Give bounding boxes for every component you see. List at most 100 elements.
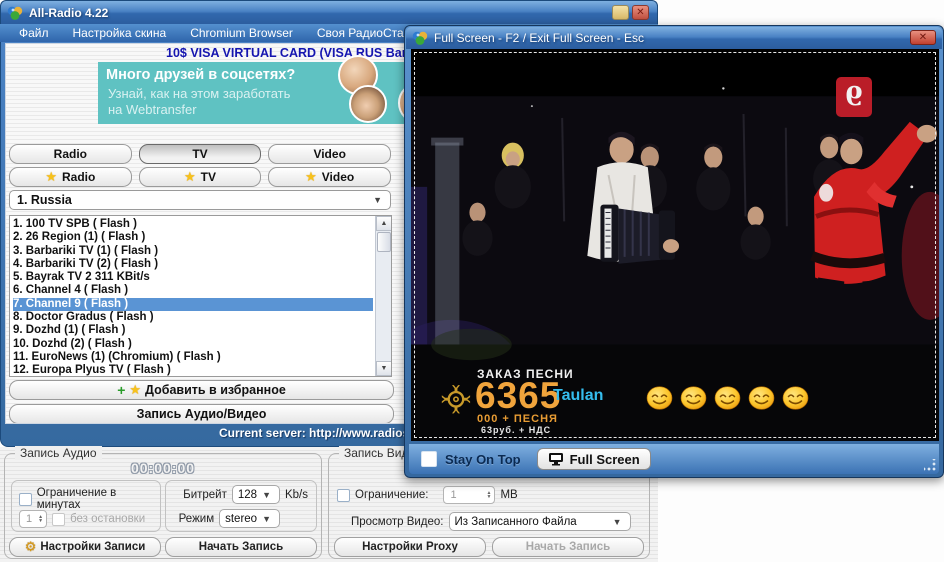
channel-list: ▲ ▼ 1. 100 TV SPB ( Flash )2. 26 Region …: [9, 215, 392, 377]
video-limit-value: 1: [444, 489, 462, 501]
full-screen-label: Full Screen: [570, 452, 640, 467]
menu-item-файл[interactable]: Файл: [8, 26, 60, 40]
record-timer: 00:00:00: [5, 460, 321, 476]
mode-value: stereo: [220, 513, 262, 525]
stepper-arrows-icon[interactable]: ▲▼: [38, 515, 46, 524]
chevron-down-icon: ▼: [262, 514, 271, 524]
current-server-text: Current server: http://www.radioser: [219, 426, 421, 440]
video-limit-stepper[interactable]: 1 ▲▼: [443, 486, 495, 504]
plus-icon: +: [117, 382, 125, 398]
channel-row[interactable]: 5. Bayrak TV 2 311 KBit/s: [13, 271, 373, 284]
monitor-icon: [548, 452, 564, 466]
scroll-down-icon[interactable]: ▼: [376, 361, 392, 376]
scrollbar-thumb[interactable]: [377, 232, 391, 252]
full-screen-button[interactable]: Full Screen: [537, 448, 651, 470]
stay-on-top-label: Stay On Top: [445, 452, 521, 467]
bitrate-select[interactable]: 128 ▼: [232, 485, 280, 504]
tv-titlebar[interactable]: Full Screen - F2 / Exit Full Screen - Es…: [406, 27, 942, 49]
gear-icon: ⚙: [25, 539, 37, 555]
stepper-arrows-icon[interactable]: ▲▼: [487, 491, 495, 500]
start-video-record-button[interactable]: Начать Запись: [492, 537, 644, 557]
mode-select[interactable]: stereo ▼: [219, 509, 280, 528]
banner-headline: Много друзей в соцсетях?: [106, 67, 295, 83]
ad-banner[interactable]: Много друзей в соцсетях? Узнай, как на э…: [98, 62, 416, 124]
limit-minutes-label: Ограничение в минутах: [37, 487, 160, 511]
channel-row[interactable]: 2. 26 Region (1) ( Flash ): [13, 231, 373, 244]
chevron-down-icon: ▼: [373, 195, 382, 205]
channel-row[interactable]: 4. Barbariki TV (2) ( Flash ): [13, 258, 373, 271]
star-icon: ★: [184, 169, 196, 185]
channel-row[interactable]: 7. Channel 9 ( Flash ): [13, 298, 373, 311]
star-icon: ★: [45, 169, 57, 185]
ornament-icon: ᳀: [437, 379, 475, 425]
fav-tab-video[interactable]: ★Video: [268, 167, 391, 187]
video-area[interactable]: 9 ᳀ ЗАКАЗ ПЕСНИ 6365 Taulan 000 + ПЕСНЯ …: [411, 49, 939, 441]
channel-9-logo: 9: [836, 77, 872, 117]
proxy-settings-button[interactable]: Настройки Proxy: [334, 537, 486, 557]
start-audio-record-button[interactable]: Начать Запись: [165, 537, 317, 557]
close-button[interactable]: ✕: [632, 5, 649, 20]
audio-codec-box: Битрейт 128 ▼ Kb/s Режим stereo ▼: [165, 480, 317, 532]
smiley-emoji: [680, 386, 707, 410]
channel-row[interactable]: 3. Barbariki TV (1) ( Flash ): [13, 245, 373, 258]
order-tax-line: 63руб. + НДС: [481, 425, 551, 435]
nonstop-checkbox[interactable]: [52, 513, 65, 526]
smiley-emoji: [646, 386, 673, 410]
app-icon: [7, 5, 23, 21]
tab-tv[interactable]: TV: [139, 144, 262, 164]
channel-row[interactable]: 11. EuroNews (1) (Chromium) ( Flash ): [13, 351, 373, 364]
audio-limit-box: Ограничение в минутах 1 ▲▼ без остановки: [11, 480, 161, 532]
add-favorite-button[interactable]: +★ Добавить в избранное: [9, 380, 394, 400]
favorites-tab-row: ★Radio ★TV ★Video: [9, 167, 391, 187]
tab-video[interactable]: Video: [268, 144, 391, 164]
channel-row[interactable]: 6. Channel 4 ( Flash ): [13, 284, 373, 297]
limit-minutes-stepper[interactable]: 1 ▲▼: [19, 510, 47, 528]
channel-list-scrollbar[interactable]: ▲ ▼: [375, 216, 391, 376]
limit-minutes-checkbox[interactable]: [19, 493, 32, 506]
minimize-button[interactable]: [612, 5, 629, 20]
smiley-row: [646, 386, 809, 410]
smiley-emoji: [714, 386, 741, 410]
audio-record-group: Запись Аудио 00:00:00 Ограничение в мину…: [4, 453, 322, 559]
menu-item-настройка-скина[interactable]: Настройка скина: [62, 26, 178, 40]
video-preview-select[interactable]: Из Записанного Файла ▼: [449, 512, 631, 531]
stay-on-top-checkbox[interactable]: [421, 451, 437, 467]
fav-tab-tv[interactable]: ★TV: [139, 167, 262, 187]
order-song-name: Taulan: [553, 387, 603, 405]
proxy-settings-label: Настройки Proxy: [362, 541, 458, 553]
star-icon: ★: [305, 169, 317, 185]
menu-item-chromium-browser[interactable]: Chromium Browser: [179, 26, 304, 40]
source-tab-row: Radio TV Video: [9, 144, 391, 164]
window-title: All-Radio 4.22: [29, 6, 108, 20]
record-av-label: Запись Аудио/Видео: [137, 407, 267, 421]
video-limit-checkbox[interactable]: [337, 489, 350, 502]
video-limit-label: Ограничение:: [355, 489, 428, 501]
app-icon: [412, 30, 428, 46]
channel-row[interactable]: 9. Dozhd (1) ( Flash ): [13, 324, 373, 337]
bitrate-unit: Kb/s: [285, 489, 308, 501]
channel-row[interactable]: 10. Dozhd (2) ( Flash ): [13, 338, 373, 351]
tv-close-button[interactable]: ✕: [910, 30, 936, 45]
fav-tab-radio[interactable]: ★Radio: [9, 167, 132, 187]
channel-row[interactable]: 12. Europa Plyus TV ( Flash ): [13, 364, 373, 377]
banner-subline-1: Узнай, как на этом заработать: [108, 86, 290, 101]
chevron-down-icon: ▼: [262, 490, 271, 500]
country-select[interactable]: 1. Russia ▼: [9, 190, 391, 210]
record-av-button[interactable]: Запись Аудио/Видео: [9, 404, 394, 424]
scroll-up-icon[interactable]: ▲: [376, 216, 392, 231]
visa-card-link[interactable]: 10$ VISA VIRTUAL CARD (VISA RUS Bank).: [166, 46, 424, 60]
order-price-line: 000 + ПЕСНЯ: [477, 413, 558, 425]
nonstop-label: без остановки: [70, 513, 145, 525]
channel-row[interactable]: 8. Doctor Gradus ( Flash ): [13, 311, 373, 324]
main-titlebar[interactable]: All-Radio 4.22 ✕: [0, 0, 658, 24]
star-icon: ★: [129, 382, 141, 398]
record-settings-button[interactable]: ⚙ Настройки Записи: [9, 537, 161, 557]
mode-label: Режим: [179, 513, 214, 525]
smiley-emoji: [748, 386, 775, 410]
channel-row[interactable]: 1. 100 TV SPB ( Flash ): [13, 218, 373, 231]
country-select-value: 1. Russia: [17, 193, 373, 207]
add-favorite-label: Добавить в избранное: [145, 383, 286, 397]
resize-grip[interactable]: [924, 459, 936, 471]
tab-radio[interactable]: Radio: [9, 144, 132, 164]
audio-group-title: Запись Аудио: [15, 446, 102, 460]
